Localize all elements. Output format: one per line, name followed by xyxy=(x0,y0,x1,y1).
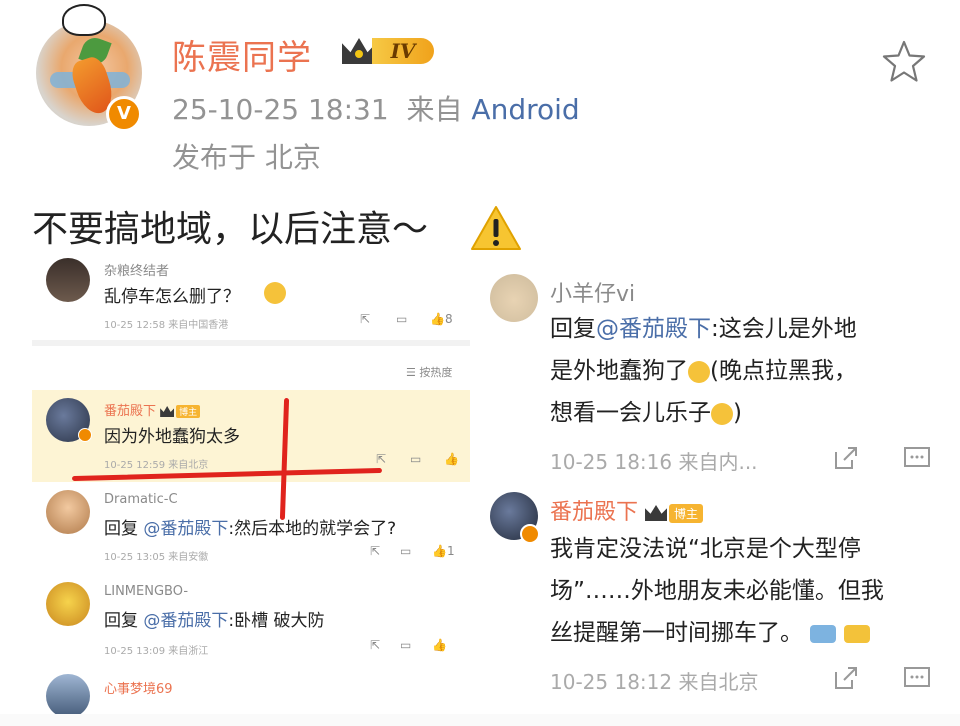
share-icon[interactable]: ⇱ xyxy=(370,544,380,558)
comment-text: 是外地蠢狗了 xyxy=(550,358,688,384)
verified-v-icon xyxy=(520,524,540,544)
comment-icon[interactable]: ▭ xyxy=(400,638,411,652)
like-icon[interactable]: 👍1 xyxy=(432,544,455,558)
share-icon[interactable]: ⇱ xyxy=(370,638,380,652)
commenter-name[interactable]: 番茄殿下 xyxy=(104,404,156,419)
comment-meta: 10-25 18:16 来自内... xyxy=(550,450,758,474)
cheer-sticker-icon xyxy=(843,624,870,643)
comment-text: 因为外地蠢狗太多 xyxy=(104,427,240,447)
comment-text-line: 回复@番茄殿下:这会儿是外地 xyxy=(550,308,857,350)
bunny-pendant-icon xyxy=(62,4,106,36)
from-label: 来自 xyxy=(406,93,463,126)
verified-v-icon xyxy=(78,428,92,442)
post-meta: 25-10-25 18:31 来自 Android xyxy=(172,88,580,128)
like-icon[interactable]: 👍 xyxy=(432,638,447,652)
comment-text: 想看一会儿乐子 xyxy=(550,400,711,426)
commenter-avatar[interactable] xyxy=(46,490,90,534)
commenter-name[interactable]: 小羊仔vi xyxy=(550,276,635,308)
verified-v-icon: V xyxy=(106,96,142,132)
commenter-name[interactable]: Dramatic-C xyxy=(104,492,178,507)
username[interactable]: 陈震同学 xyxy=(172,30,312,79)
comment-icon[interactable]: ▭ xyxy=(400,544,411,558)
like-icon[interactable]: 👍 xyxy=(444,452,459,466)
comment-text: 我肯定没法说“北京是个大型停 xyxy=(550,536,861,562)
comment-icon[interactable]: ▭ xyxy=(396,312,407,326)
comment-text-line: 想看一会儿乐子) xyxy=(550,392,742,434)
laugh-emoji-icon xyxy=(688,360,710,383)
comment-meta: 10-25 18:12 来自北京 xyxy=(550,670,759,694)
post-timestamp: 25-10-25 18:31 xyxy=(172,93,389,126)
blogger-tag: 博主 xyxy=(176,405,201,418)
left-comments-screenshot: 杂粮终结者 乱停车怎么删了？ 10-25 12:58 来自中国香港 ⇱ ▭ 👍8… xyxy=(32,250,470,726)
comment-icon[interactable] xyxy=(902,444,932,472)
comment-text: 场”……外地朋友未必能懂。但我 xyxy=(550,578,884,604)
post-location: 发布于 北京 xyxy=(172,141,321,174)
cheer-sticker-icon xyxy=(810,624,837,643)
crown-gem xyxy=(355,50,363,58)
sort-label: 按热度 xyxy=(419,366,453,379)
reply-prefix: 回复 xyxy=(104,611,144,631)
sort-button[interactable]: ☰ 按热度 xyxy=(406,364,452,380)
commenter-name[interactable]: 杂粮终结者 xyxy=(104,260,169,279)
commenter-avatar[interactable] xyxy=(46,258,90,302)
bottom-edge xyxy=(0,714,960,726)
commenter-name-row: 番茄殿下 博主 xyxy=(550,494,704,526)
comment-meta: 10-25 12:59 来自北京 xyxy=(104,460,209,471)
laugh-emoji-icon xyxy=(711,402,733,425)
comment-text-line: 丝提醒第一时间挪车了。 xyxy=(550,612,870,654)
comment-icon[interactable]: ▭ xyxy=(410,452,421,466)
comment-text: ) xyxy=(733,400,742,426)
crown-icon xyxy=(645,505,668,521)
comment-meta: 10-25 13:05 来自安徽 xyxy=(104,552,209,563)
comment-text: 乱停车怎么删了？ xyxy=(104,287,240,307)
comment-text: 回复 @番茄殿下:卧槽 破大防 xyxy=(104,606,325,631)
comment-meta: 10-25 13:09 来自浙江 xyxy=(104,646,209,657)
comment-text: (晚点拉黑我， xyxy=(710,358,857,384)
share-icon[interactable] xyxy=(832,664,860,692)
highlighted-comment xyxy=(32,390,470,482)
like-count: 8 xyxy=(444,312,453,326)
commenter-name[interactable]: 番茄殿下 xyxy=(550,500,638,525)
reply-text: :这会儿是外地 xyxy=(711,316,857,342)
commenter-name-row: 番茄殿下 博主 xyxy=(104,400,201,419)
like-count: 1 xyxy=(446,544,455,558)
commenter-avatar[interactable] xyxy=(46,582,90,626)
share-icon[interactable]: ⇱ xyxy=(360,312,370,326)
crown-icon xyxy=(160,406,175,417)
level-badge[interactable]: IV xyxy=(342,34,442,68)
reply-prefix: 回复 xyxy=(550,316,596,342)
mention-link[interactable]: @番茄殿下 xyxy=(143,611,228,631)
commenter-name[interactable]: 心事梦境69 xyxy=(104,678,173,697)
right-comments-screenshot: 小羊仔vi 回复@番茄殿下:这会儿是外地 是外地蠢狗了 (晚点拉黑我， 想看一会儿… xyxy=(476,258,938,726)
post-text: 不要搞地域，以后注意～ xyxy=(32,209,429,250)
commenter-avatar[interactable] xyxy=(490,274,538,322)
smile-emoji-icon xyxy=(264,282,286,304)
separator xyxy=(32,340,470,346)
comment-text: 丝提醒第一时间挪车了。 xyxy=(550,620,803,646)
reply-text: :卧槽 破大防 xyxy=(228,611,325,631)
reply-text: :然后本地的就学会了? xyxy=(228,519,397,539)
level-label: IV xyxy=(372,38,434,64)
post-source[interactable]: Android xyxy=(471,93,579,126)
comment-icon[interactable] xyxy=(902,664,932,692)
comment-text-line: 是外地蠢狗了 (晚点拉黑我， xyxy=(550,350,857,392)
mention-link[interactable]: @番茄殿下 xyxy=(596,316,711,342)
reply-prefix: 回复 xyxy=(104,519,144,539)
commenter-avatar[interactable] xyxy=(46,674,90,718)
comment-text: 回复 @番茄殿下:然后本地的就学会了? xyxy=(104,514,396,539)
blogger-tag: 博主 xyxy=(669,503,704,523)
mention-link[interactable]: @番茄殿下 xyxy=(143,519,228,539)
like-icon[interactable]: 👍8 xyxy=(430,312,453,326)
commenter-name[interactable]: LINMENGBO- xyxy=(104,584,188,599)
comment-meta: 10-25 12:58 来自中国香港 xyxy=(104,320,229,331)
star-icon[interactable] xyxy=(880,38,928,86)
share-icon[interactable]: ⇱ xyxy=(376,452,386,466)
share-icon[interactable] xyxy=(832,444,860,472)
warning-icon xyxy=(471,206,521,250)
